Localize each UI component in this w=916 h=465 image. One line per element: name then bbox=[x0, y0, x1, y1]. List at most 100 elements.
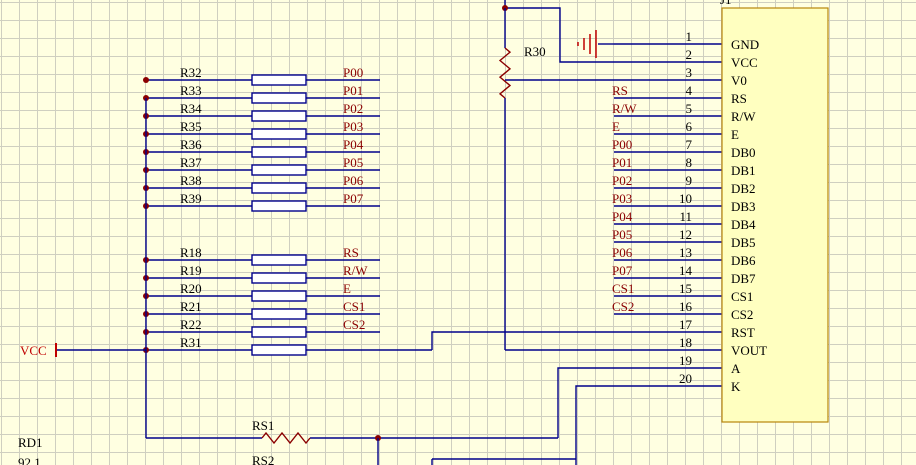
pin-number: 12 bbox=[679, 227, 692, 242]
net-label: P04 bbox=[343, 137, 364, 152]
resistor-body bbox=[251, 164, 307, 176]
pin-name: V0 bbox=[731, 73, 747, 88]
resistor-body bbox=[251, 146, 307, 158]
pin-number: 2 bbox=[686, 47, 693, 62]
resistor-body bbox=[251, 344, 307, 356]
resistor-ref: R35 bbox=[180, 119, 202, 134]
resistor-ref: R19 bbox=[180, 263, 202, 278]
resistor-body bbox=[251, 200, 307, 212]
pin-number: 5 bbox=[686, 101, 693, 116]
vcc-feed-wire bbox=[505, 7, 614, 63]
pin-name: DB2 bbox=[731, 181, 756, 196]
r30-resistor bbox=[498, 47, 512, 99]
pin-name: K bbox=[731, 379, 741, 394]
pin-name: R/W bbox=[731, 109, 756, 124]
net-label: P02 bbox=[612, 173, 632, 188]
pin-name: E bbox=[731, 127, 739, 142]
pin-name: DB6 bbox=[731, 253, 756, 268]
resistor-body bbox=[251, 254, 307, 266]
pin-name: DB0 bbox=[731, 145, 756, 160]
pin-name: CS2 bbox=[731, 307, 753, 322]
resistor-ref: R31 bbox=[180, 335, 202, 350]
pin-number: 4 bbox=[686, 83, 693, 98]
pin-name: DB3 bbox=[731, 199, 756, 214]
a-wire bbox=[557, 367, 614, 438]
components bbox=[55, 7, 829, 445]
resistor-body bbox=[251, 74, 307, 86]
pin-number: 16 bbox=[679, 299, 693, 314]
r30-label: R30 bbox=[524, 44, 546, 59]
rs2-label: RS2 bbox=[252, 453, 274, 465]
pin-name: A bbox=[731, 361, 741, 376]
pin-name: DB1 bbox=[731, 163, 756, 178]
resistor-ref: R20 bbox=[180, 281, 202, 296]
net-label: CS1 bbox=[343, 299, 365, 314]
pin-number: 3 bbox=[686, 65, 693, 80]
resistor-ref: R21 bbox=[180, 299, 202, 314]
pin-name: DB5 bbox=[731, 235, 756, 250]
net-label: P05 bbox=[343, 155, 363, 170]
rst-wire bbox=[431, 331, 614, 350]
net-label: P05 bbox=[612, 227, 632, 242]
net-label: P01 bbox=[612, 155, 632, 170]
resistor-ref: R38 bbox=[180, 173, 202, 188]
schematic-canvas[interactable]: J1 1 GND 2 VCC 3 V0 4 RS RS 5 R/W R/W 6 E E 7 DB0 P00 8 DB1 P… bbox=[0, 0, 916, 465]
schematic-drawing: J1 1 GND 2 VCC 3 V0 4 RS RS 5 R/W R/W 6 E E 7 DB0 P00 8 DB1 P… bbox=[18, 0, 829, 465]
resistor-body bbox=[251, 128, 307, 140]
connector-designator: J1 bbox=[720, 0, 732, 7]
net-label: P06 bbox=[612, 245, 633, 260]
rd1-label: RD1 bbox=[18, 435, 43, 450]
pin-number: 15 bbox=[679, 281, 692, 296]
pin-name: DB4 bbox=[731, 217, 756, 232]
resistor-body bbox=[251, 92, 307, 104]
pin-number: 14 bbox=[679, 263, 693, 278]
pin-name: VCC bbox=[731, 55, 758, 70]
pin-number: 17 bbox=[679, 317, 693, 332]
pin-name: CS1 bbox=[731, 289, 753, 304]
resistor-ref: R22 bbox=[180, 317, 202, 332]
resistor-ref: R18 bbox=[180, 245, 202, 260]
net-label: P00 bbox=[612, 137, 632, 152]
rd1-sub-label: 92.1 bbox=[18, 455, 41, 465]
net-label: P02 bbox=[343, 101, 363, 116]
pin-number: 8 bbox=[686, 155, 693, 170]
pin-number: 11 bbox=[679, 209, 692, 224]
resistor-body bbox=[251, 308, 307, 320]
net-label: E bbox=[343, 281, 351, 296]
net-label: CS2 bbox=[612, 299, 634, 314]
net-label: R/W bbox=[343, 263, 368, 278]
resistor-ref: R32 bbox=[180, 65, 202, 80]
resistor-body bbox=[251, 110, 307, 122]
pin-number: 1 bbox=[686, 29, 693, 44]
resistor-ref: R37 bbox=[180, 155, 202, 170]
labels: J1 1 GND 2 VCC 3 V0 4 RS RS 5 R/W R/W 6 E E 7 DB0 P00 8 DB1 P… bbox=[18, 0, 767, 465]
net-label: RS bbox=[343, 245, 359, 260]
net-label: CS2 bbox=[343, 317, 365, 332]
pin-number: 10 bbox=[679, 191, 692, 206]
net-label: P03 bbox=[612, 191, 632, 206]
net-label: P07 bbox=[612, 263, 633, 278]
pin-name: RST bbox=[731, 325, 755, 340]
pin-name: GND bbox=[731, 37, 759, 52]
net-label: P01 bbox=[343, 83, 363, 98]
resistor-body bbox=[251, 272, 307, 284]
resistor-body bbox=[251, 290, 307, 302]
k-wire bbox=[575, 385, 614, 465]
junction-dot bbox=[143, 77, 149, 83]
resistor-ref: R34 bbox=[180, 101, 202, 116]
pin-name: RS bbox=[731, 91, 747, 106]
vcc-label: VCC bbox=[20, 343, 47, 358]
pin-number: 18 bbox=[679, 335, 692, 350]
net-label: E bbox=[612, 119, 620, 134]
net-label: P06 bbox=[343, 173, 364, 188]
net-label: P07 bbox=[343, 191, 364, 206]
resistor-ref: R36 bbox=[180, 137, 202, 152]
pin-name: DB7 bbox=[731, 271, 756, 286]
resistor-body bbox=[251, 182, 307, 194]
net-label: P04 bbox=[612, 209, 633, 224]
resistor-ref: R33 bbox=[180, 83, 202, 98]
pin-number: 9 bbox=[686, 173, 693, 188]
pin-number: 6 bbox=[686, 119, 693, 134]
resistor-ref: R39 bbox=[180, 191, 202, 206]
pin-number: 19 bbox=[679, 353, 692, 368]
